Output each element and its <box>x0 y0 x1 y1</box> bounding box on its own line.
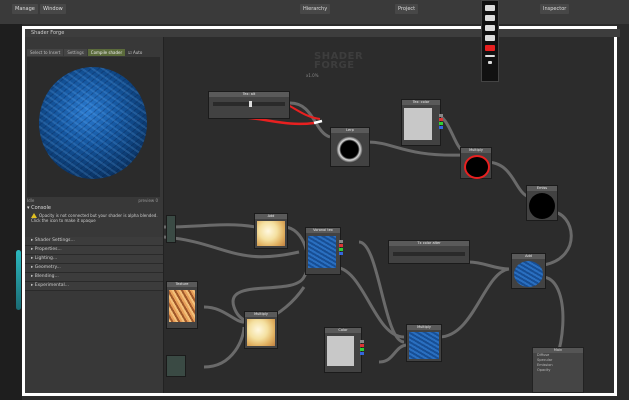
add-preview <box>257 221 285 246</box>
node-tex-alt[interactable]: Tex: alt <box>208 91 290 119</box>
section-label: Geometry... <box>34 265 61 270</box>
node-title: Tx color alter <box>389 241 469 246</box>
color-swatch-red[interactable] <box>485 45 495 51</box>
multiply-cream-preview <box>247 319 275 346</box>
node-add-cream[interactable]: Add <box>254 213 288 249</box>
multiply-blue-preview <box>409 332 439 359</box>
preview-status-bar: Idle preview 0 <box>27 198 160 203</box>
node-title: Multiply <box>245 312 277 317</box>
preview-options-row: sf_sphere☑ Rotate <box>27 48 131 65</box>
console-message[interactable]: Opacity is not connected but your shader… <box>31 213 159 223</box>
emiss-preview <box>529 193 555 219</box>
background-editor-panel <box>0 24 22 400</box>
auto-label: Auto <box>133 50 143 55</box>
section-label: Shader Settings... <box>34 238 75 243</box>
console-message-text: Opacity is not connected but your shader… <box>31 213 158 223</box>
manage-menu[interactable]: Manage <box>12 4 38 14</box>
node-title: Emiss <box>527 186 557 191</box>
node-stub[interactable] <box>166 355 186 377</box>
node-multiply-blue[interactable]: Multiply <box>406 324 442 362</box>
section-properties[interactable]: ▸ Properties... <box>25 246 163 255</box>
node-tex-color[interactable]: Tex: color <box>401 99 443 146</box>
console-header[interactable]: ▾ Console <box>27 205 51 211</box>
eraser-tool-icon[interactable] <box>485 35 495 41</box>
node-tx-color-alter[interactable]: Tx color alter <box>388 240 470 264</box>
inspector-tab[interactable]: Inspector <box>540 4 570 14</box>
preview-sphere <box>39 67 147 179</box>
settings-sections: ▸ Shader Settings... ▸ Properties... ▸ L… <box>25 237 163 291</box>
texture-preview <box>169 290 195 322</box>
node-texture-orange[interactable]: Texture <box>166 281 198 329</box>
node-slider[interactable] <box>393 252 465 256</box>
multiply-preview <box>464 155 490 179</box>
logo-line2: FORGE <box>314 60 355 71</box>
output-ports <box>360 340 364 356</box>
sidebar-panel: Select to Insert Settings Compile shader ☑ … <box>25 37 164 393</box>
node-title: Multiply <box>461 148 491 153</box>
section-lighting[interactable]: ▸ Lighting... <box>25 255 163 264</box>
more-icon[interactable] <box>488 61 492 64</box>
line-width-icon[interactable] <box>485 55 495 57</box>
node-add-blue[interactable]: Add <box>511 253 546 289</box>
hierarchy-tab[interactable]: Hierarchy <box>300 4 331 14</box>
window-title: Shader Forge <box>25 29 620 37</box>
add-blue-preview <box>514 261 543 287</box>
tex-color-preview <box>404 108 432 140</box>
node-stub-left[interactable] <box>166 215 176 243</box>
section-geometry[interactable]: ▸ Geometry... <box>25 264 163 273</box>
section-label: Blending... <box>34 274 59 279</box>
node-title: Lerp <box>331 128 369 133</box>
node-voronoi[interactable]: Voronoi tex <box>305 227 343 275</box>
section-label: Experimental... <box>34 283 70 288</box>
node-title: Tex: alt <box>209 92 289 97</box>
node-title: Color <box>325 328 361 333</box>
node-multiply-red[interactable]: Multiply <box>460 147 492 179</box>
lerp-preview <box>336 136 363 163</box>
node-title: Add <box>512 254 545 259</box>
cyan-glow-decoration <box>16 250 21 310</box>
console-label: Console <box>31 205 51 211</box>
slider-handle[interactable] <box>249 101 252 107</box>
window-menu[interactable]: Window <box>40 4 66 14</box>
node-canvas[interactable]: SHADER FORGE x1.0% Tex: alt Lerp Tex: col… <box>164 37 614 393</box>
sidebar-tabs: Select to Insert Settings Compile shader ☑ … <box>27 39 142 56</box>
section-blending[interactable]: ▸ Blending... <box>25 273 163 282</box>
section-label: Properties... <box>34 247 62 252</box>
editor-topbar: Manage Window Hierarchy Project Inspecto… <box>0 0 629 24</box>
node-title: Multiply <box>407 325 441 330</box>
output-ports <box>439 114 443 130</box>
node-title: Texture <box>167 282 197 287</box>
section-label: Lighting... <box>34 256 58 261</box>
shader-forge-window: Shader Forge Select to Insert Settings Com… <box>22 26 620 396</box>
preview-status-left: Idle <box>27 198 35 203</box>
node-color[interactable]: Color <box>324 327 364 373</box>
color-preview <box>327 336 354 366</box>
annotation-toolbar <box>481 0 499 82</box>
node-multiply-cream[interactable]: Multiply <box>244 311 278 349</box>
voronoi-preview <box>308 236 336 268</box>
node-lerp[interactable]: Lerp <box>330 127 370 167</box>
node-emiss[interactable]: Emiss <box>526 185 558 221</box>
main-output-node[interactable]: Main Diffuse Specular Emission Opacity <box>532 347 584 393</box>
pen-tool-icon[interactable] <box>485 5 495 11</box>
main-input-opacity[interactable]: Opacity <box>533 368 583 373</box>
section-shader-settings[interactable]: ▸ Shader Settings... <box>25 237 163 246</box>
node-title: Voronoi tex <box>306 228 340 233</box>
node-title: Tex: color <box>402 100 440 105</box>
project-tab[interactable]: Project <box>395 4 419 14</box>
preview-status-right: preview 0 <box>138 198 158 203</box>
node-title: Add <box>255 214 287 219</box>
section-experimental[interactable]: ▸ Experimental... <box>25 282 163 291</box>
rectangle-tool-icon[interactable] <box>485 25 495 31</box>
preview-viewport[interactable] <box>27 57 160 197</box>
zoom-indicator: x1.0% <box>306 73 319 78</box>
shader-forge-logo: SHADER FORGE <box>314 52 363 71</box>
output-ports <box>339 240 343 256</box>
brush-tool-icon[interactable] <box>485 15 495 21</box>
